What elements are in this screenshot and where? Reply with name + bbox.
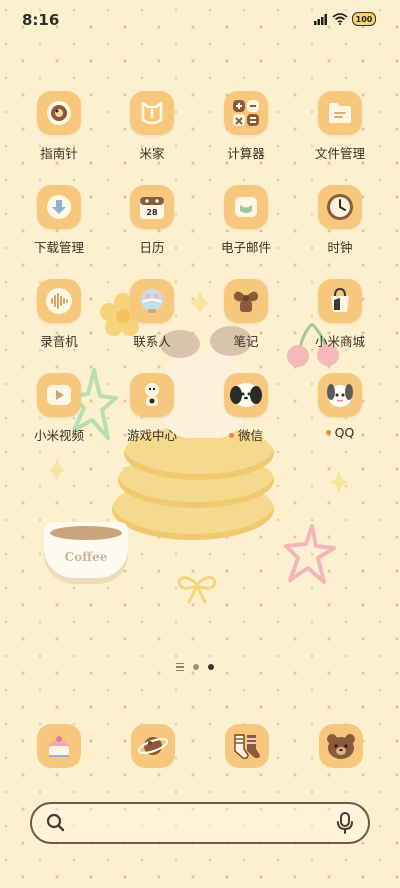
microphone-icon[interactable]	[336, 812, 354, 834]
app-tile	[318, 91, 362, 135]
app-tile: 28	[130, 185, 174, 229]
app-tile	[318, 279, 362, 323]
notes-icon	[233, 291, 259, 312]
game-center-icon	[145, 383, 159, 406]
app-tile	[318, 373, 362, 417]
app-notes[interactable]: 笔记	[201, 279, 291, 350]
feed-page-icon[interactable]	[176, 663, 184, 671]
socks-icon	[234, 734, 260, 759]
calculator-icon	[233, 100, 259, 126]
page-dot-2-active[interactable]	[208, 664, 214, 670]
page-dot-1[interactable]	[193, 664, 199, 670]
app-label-text: 微信	[237, 428, 263, 443]
page-indicator[interactable]	[176, 663, 214, 671]
app-calculator[interactable]: 计算器	[201, 91, 291, 162]
download-icon	[47, 195, 71, 219]
app-label: QQ	[295, 425, 385, 440]
dock-app-planet[interactable]	[131, 724, 175, 768]
calendar-icon: 28	[140, 197, 164, 219]
app-label: 米家	[139, 146, 165, 161]
app-label: 指南针	[40, 146, 78, 161]
app-tile	[224, 279, 268, 323]
app-tile	[37, 373, 81, 417]
app-tile	[318, 185, 362, 229]
app-calendar[interactable]: 28 日历	[107, 185, 197, 256]
app-clock[interactable]: 时钟	[295, 185, 385, 256]
app-wechat[interactable]: 微信	[201, 373, 291, 444]
app-label: 电子邮件	[220, 240, 271, 255]
app-label: 小米商城	[314, 334, 365, 349]
dock-app-socks[interactable]	[225, 724, 269, 768]
coffee-cup-text: Coffee	[64, 550, 108, 564]
app-label: 文件管理	[314, 146, 365, 161]
cake-icon	[49, 736, 69, 757]
qq-icon	[327, 384, 353, 407]
app-label: 日历	[139, 240, 165, 255]
app-label: 计算器	[227, 146, 265, 161]
app-label: 时钟	[327, 240, 353, 255]
coffee-cup: Coffee	[44, 522, 128, 578]
dock-app-cake[interactable]	[37, 724, 81, 768]
planet-icon	[137, 737, 169, 755]
mail-icon	[235, 197, 257, 217]
dock-app-bear[interactable]	[319, 724, 363, 768]
app-mijia[interactable]: 米家	[107, 91, 197, 162]
app-label: 录音机	[40, 334, 78, 349]
app-tile	[224, 185, 268, 229]
app-label: 下载管理	[33, 240, 84, 255]
app-tile	[130, 373, 174, 417]
clock-icon	[327, 194, 353, 220]
app-tile	[37, 91, 81, 135]
app-tile	[37, 185, 81, 229]
compass-icon	[47, 101, 71, 125]
mijia-icon	[141, 101, 163, 125]
app-compass[interactable]: 指南针	[14, 91, 104, 162]
app-mi-store[interactable]: 小米商城	[295, 279, 385, 350]
app-label: 微信	[201, 425, 291, 444]
app-download-manager[interactable]: 下载管理	[14, 185, 104, 256]
app-file-manager[interactable]: 文件管理	[295, 91, 385, 162]
app-label: 游戏中心	[126, 428, 177, 443]
sparkle-icon	[48, 458, 66, 482]
app-email[interactable]: 电子邮件	[201, 185, 291, 256]
recorder-icon	[46, 288, 72, 314]
app-recorder[interactable]: 录音机	[14, 279, 104, 350]
app-label: 小米视频	[33, 428, 84, 443]
app-tile	[37, 279, 81, 323]
ribbon-bow-icon	[177, 576, 217, 604]
app-tile	[130, 91, 174, 135]
app-tile	[224, 91, 268, 135]
app-game-center[interactable]: 游戏中心	[107, 373, 197, 444]
app-qq[interactable]: QQ	[295, 373, 385, 440]
folder-icon	[329, 103, 351, 123]
app-mi-video[interactable]: 小米视频	[14, 373, 104, 444]
search-bar[interactable]	[30, 802, 370, 844]
app-contacts[interactable]: 联系人	[107, 279, 197, 350]
app-tile	[224, 373, 268, 417]
video-play-icon	[47, 385, 71, 405]
app-tile	[130, 279, 174, 323]
app-label-text: QQ	[334, 425, 355, 440]
contacts-icon	[141, 289, 163, 313]
sparkle-icon	[330, 470, 348, 494]
wechat-icon	[230, 383, 262, 407]
bear-icon	[327, 734, 355, 759]
calendar-day: 28	[146, 208, 158, 217]
star-outline-pink-icon	[284, 524, 336, 584]
search-input[interactable]	[78, 812, 320, 836]
notification-dot	[325, 430, 331, 435]
app-label: 笔记	[233, 334, 259, 349]
search-icon[interactable]	[46, 813, 66, 833]
store-icon	[331, 287, 349, 312]
app-label: 联系人	[133, 334, 171, 349]
coffee-surface	[50, 526, 122, 540]
notification-dot	[228, 433, 234, 438]
